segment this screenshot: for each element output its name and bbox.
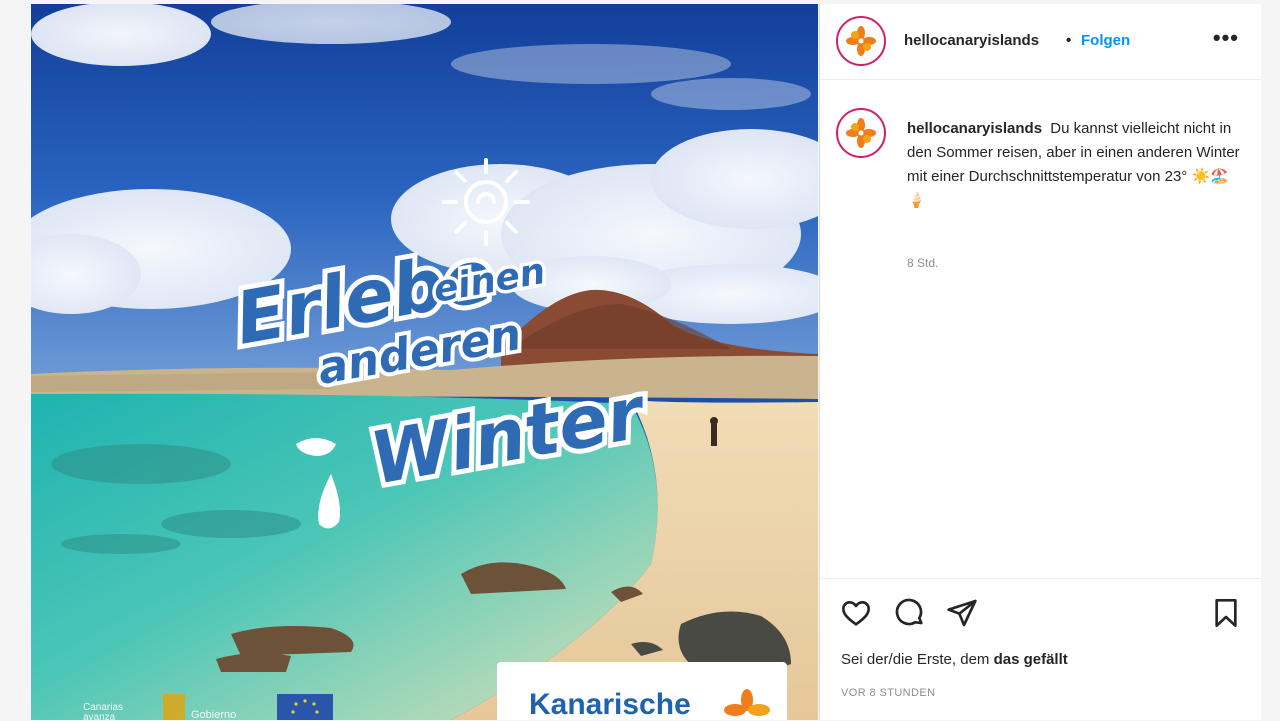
- likes-prefix: Sei der/die Erste, dem: [841, 651, 990, 668]
- header-username[interactable]: hellocanaryislands: [904, 32, 1039, 49]
- bookmark-icon[interactable]: [1210, 597, 1242, 629]
- brand-card: Kanarische: [497, 662, 787, 720]
- flower-logo-icon: [846, 26, 876, 56]
- caption-text: hellocanaryislands Du kannst vielleicht …: [907, 117, 1242, 213]
- caption-username[interactable]: hellocanaryislands: [907, 120, 1042, 137]
- avatar[interactable]: [836, 16, 886, 66]
- caption-avatar[interactable]: [836, 108, 886, 158]
- brand-label: Kanarische: [529, 688, 691, 720]
- footer-logo2-text: Gobierno: [191, 709, 236, 720]
- follow-button[interactable]: Folgen: [1081, 32, 1130, 49]
- heart-icon[interactable]: [840, 597, 872, 629]
- beach-photo: Erlebe einen anderen Winter Kanarische C…: [31, 4, 818, 720]
- post-actions: Sei der/die Erste, dem das gefällt VOR 8…: [820, 578, 1261, 721]
- separator-dot: •: [1066, 32, 1072, 49]
- post-side-panel: hellocanaryislands • Folgen ••• hellocan…: [819, 4, 1261, 720]
- post-timestamp[interactable]: VOR 8 STUNDEN: [841, 687, 935, 699]
- more-options-icon[interactable]: •••: [1213, 26, 1239, 50]
- post-image[interactable]: Erlebe einen anderen Winter Kanarische C…: [31, 4, 818, 720]
- likes-link[interactable]: das gefällt: [994, 651, 1068, 668]
- footer-logo1-text-b: avanza: [83, 712, 116, 720]
- likes-text: Sei der/die Erste, dem das gefällt: [841, 651, 1068, 668]
- comment-icon[interactable]: [894, 597, 926, 629]
- caption-timestamp: 8 Std.: [907, 256, 939, 270]
- flower-logo-icon: [846, 118, 876, 148]
- paper-plane-icon[interactable]: [946, 597, 978, 629]
- post-header: hellocanaryislands • Folgen •••: [820, 4, 1261, 80]
